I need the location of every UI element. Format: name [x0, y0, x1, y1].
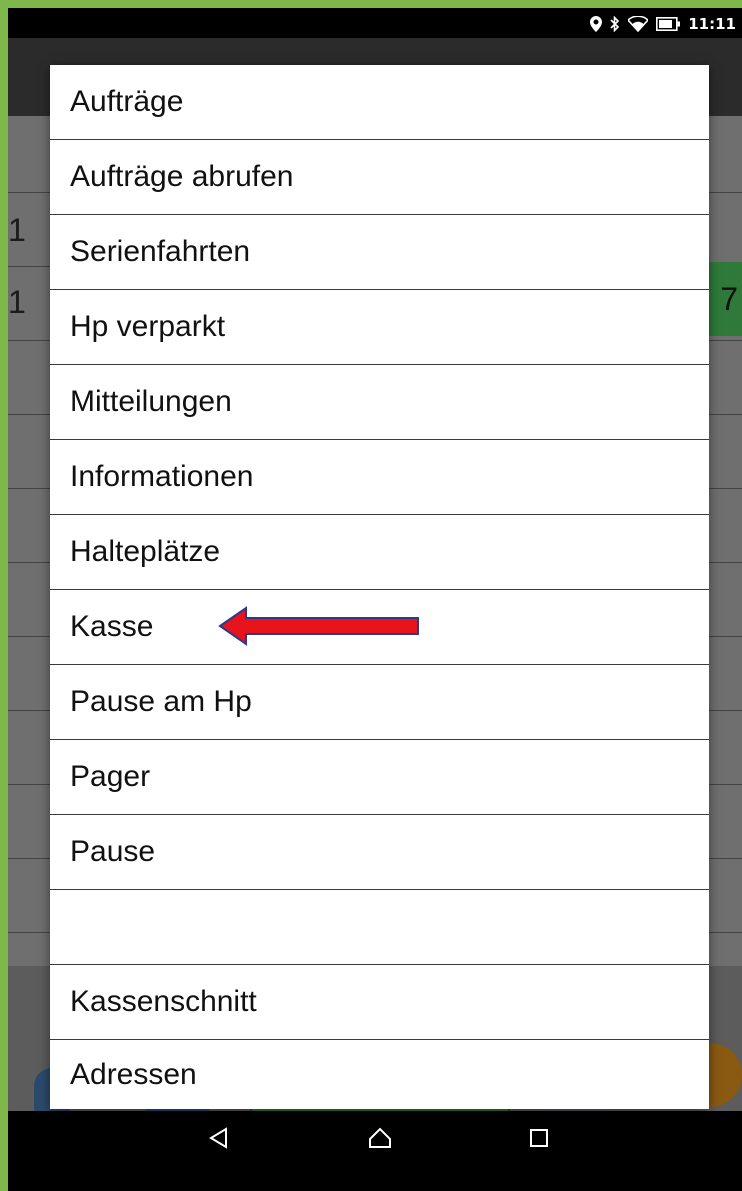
status-bar: 11:11 [8, 8, 742, 38]
green-cell: 7 [704, 262, 742, 336]
menu-item-kasse[interactable]: Kasse [50, 590, 709, 665]
menu-item-label: Kasse [70, 610, 154, 643]
menu-item-label: Kassenschnitt [70, 985, 257, 1018]
navigation-bar [8, 1111, 742, 1191]
back-icon[interactable] [208, 1127, 230, 1154]
row-number: 1 [8, 284, 26, 320]
recents-icon[interactable] [528, 1127, 550, 1154]
menu-item-label: Halteplätze [70, 535, 221, 568]
menu-item-label: Hp verparkt [70, 310, 226, 343]
wifi-icon [628, 16, 649, 32]
menu-item-label: Adressen [70, 1057, 197, 1091]
menu-item-label: Pager [70, 760, 151, 793]
home-icon[interactable] [368, 1127, 392, 1154]
menu-item-hp-verparkt[interactable]: Hp verparkt [50, 290, 709, 365]
menu-item-label: Serienfahrten [70, 235, 251, 268]
location-icon [590, 16, 603, 32]
menu-item-serienfahrten[interactable]: Serienfahrten [50, 215, 709, 290]
menu-item-halteplaetze[interactable]: Halteplätze [50, 515, 709, 590]
row-number: 1 [8, 212, 26, 248]
pointer-arrow-icon [218, 606, 422, 654]
menu-item-label: Informationen [70, 460, 254, 493]
menu-item-label: Pause am Hp [70, 685, 252, 718]
menu-item-mitteilungen[interactable]: Mitteilungen [50, 365, 709, 440]
menu-item-kassenschnitt[interactable]: Kassenschnitt [50, 965, 709, 1040]
menu-item-label: Aufträge abrufen [70, 160, 294, 193]
menu-item-empty[interactable] [50, 890, 709, 965]
menu-item-label: Mitteilungen [70, 385, 232, 418]
menu-item-pause[interactable]: Pause [50, 815, 709, 890]
clock: 11:11 [688, 15, 736, 33]
menu-item-label: Pause [70, 835, 156, 868]
menu-item-pager[interactable]: Pager [50, 740, 709, 815]
popup-menu: Aufträge Aufträge abrufen Serienfahrten … [50, 65, 709, 1109]
menu-item-label: Aufträge [70, 85, 184, 118]
screen: 11:11 1 1 7 Aufträge Aufträge abrufen Se… [8, 8, 742, 1191]
menu-item-adressen[interactable]: Adressen [50, 1040, 709, 1109]
menu-item-informationen[interactable]: Informationen [50, 440, 709, 515]
bluetooth-icon [610, 16, 620, 32]
menu-item-pause-am-hp[interactable]: Pause am Hp [50, 665, 709, 740]
status-icons: 11:11 [590, 14, 736, 34]
menu-item-auftraege[interactable]: Aufträge [50, 65, 709, 140]
battery-icon [656, 17, 681, 31]
menu-item-auftraege-abrufen[interactable]: Aufträge abrufen [50, 140, 709, 215]
